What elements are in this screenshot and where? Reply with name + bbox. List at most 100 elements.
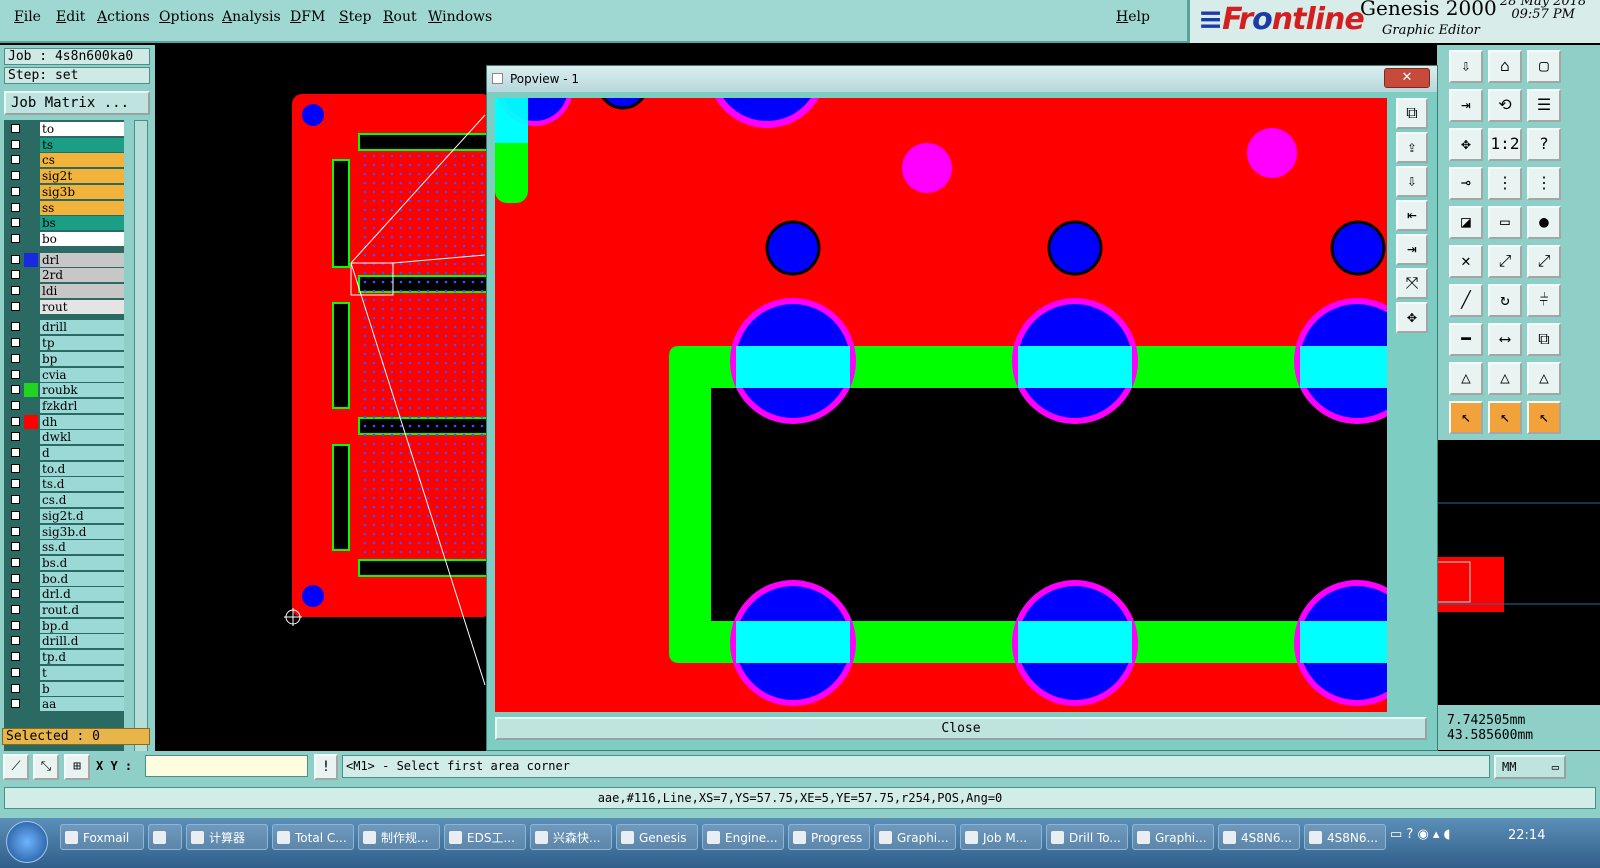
popview-tool-icon[interactable]: ⤧ — [1396, 268, 1428, 299]
layer-checkbox[interactable] — [11, 270, 20, 280]
layer-row[interactable]: b — [6, 681, 124, 696]
taskbar-item[interactable]: Foxmail — [60, 824, 144, 850]
layer-checkbox[interactable] — [11, 683, 20, 693]
tool-button-icon[interactable]: ⊸ — [1449, 167, 1483, 200]
taskbar-item[interactable]: Graphi... — [874, 824, 956, 850]
tool-button-icon[interactable]: ⇩ — [1449, 50, 1483, 83]
popview-tool-icon[interactable]: ⧉ — [1396, 98, 1428, 129]
menu-file[interactable]: File — [14, 9, 41, 25]
layer-checkbox[interactable] — [11, 652, 20, 662]
layer-row[interactable]: sig2t — [6, 169, 124, 184]
layer-row[interactable]: rout — [6, 299, 124, 314]
tool-button-icon[interactable]: ✕ — [1449, 245, 1483, 278]
layer-row[interactable]: bp — [6, 351, 124, 366]
layer-row[interactable]: cs.d — [6, 493, 124, 508]
tool-button-icon[interactable]: ⟷ — [1488, 323, 1522, 356]
layer-row[interactable]: t — [6, 665, 124, 680]
layer-checkbox[interactable] — [11, 542, 20, 552]
layer-row[interactable]: ts.d — [6, 477, 124, 492]
tool-button-icon[interactable]: △ — [1449, 362, 1483, 395]
layer-row[interactable]: aa — [6, 697, 124, 712]
taskbar-item[interactable]: Drill To... — [1046, 824, 1128, 850]
tool-button-icon[interactable]: ◪ — [1449, 206, 1483, 239]
layer-checkbox[interactable] — [11, 124, 20, 133]
tool-button-icon[interactable]: ↻ — [1488, 284, 1522, 317]
layer-row[interactable]: roubk — [6, 383, 124, 398]
tool-button-icon[interactable]: ⋮ — [1527, 167, 1561, 200]
layer-row[interactable]: ts — [6, 137, 124, 152]
layer-checkbox[interactable] — [11, 510, 20, 520]
taskbar-item[interactable]: Progress — [788, 824, 870, 850]
menu-options[interactable]: Options — [159, 9, 214, 25]
tool-button-icon[interactable]: ● — [1527, 206, 1561, 239]
popview-tool-icon[interactable]: ⇪ — [1396, 132, 1428, 163]
tool-button-icon[interactable]: ⫩ — [1527, 284, 1561, 317]
layer-row[interactable]: sig3b — [6, 184, 124, 199]
taskbar-item[interactable]: Graphi... — [1132, 824, 1214, 850]
layer-row[interactable]: drill — [6, 320, 124, 335]
layer-row[interactable]: bo.d — [6, 571, 124, 586]
layer-checkbox[interactable] — [11, 139, 20, 149]
layer-row[interactable]: ss.d — [6, 540, 124, 555]
start-button[interactable] — [6, 821, 48, 863]
layer-checkbox[interactable] — [11, 620, 20, 630]
layer-checkbox[interactable] — [11, 186, 20, 196]
taskbar-item[interactable]: 制作规... — [358, 824, 440, 850]
layer-row[interactable]: to — [6, 122, 124, 136]
layer-checkbox[interactable] — [11, 171, 20, 181]
layer-row[interactable]: bs — [6, 216, 124, 231]
layer-row[interactable]: bo — [6, 231, 124, 246]
layer-checkbox[interactable] — [11, 353, 20, 363]
layer-checkbox[interactable] — [11, 526, 20, 536]
taskbar-item[interactable]: 兴森快... — [530, 824, 612, 850]
taskbar-item[interactable]: Genesis — [616, 824, 698, 850]
layer-scrollbar[interactable] — [134, 120, 148, 765]
layer-checkbox[interactable] — [11, 557, 20, 567]
layer-row[interactable]: ldi — [6, 284, 124, 298]
tool-button-icon[interactable]: △ — [1488, 362, 1522, 395]
layer-row[interactable]: 2rd — [6, 268, 124, 283]
layer-row[interactable]: rout.d — [6, 603, 124, 617]
xy-input[interactable] — [145, 755, 308, 777]
layer-checkbox[interactable] — [11, 667, 20, 677]
layer-checkbox[interactable] — [11, 385, 20, 395]
menu-edit[interactable]: Edit — [56, 9, 85, 25]
layer-checkbox[interactable] — [11, 636, 20, 646]
menu-rout[interactable]: Rout — [383, 9, 417, 25]
layer-row[interactable]: drl — [6, 252, 124, 267]
tool-button-icon[interactable]: ⧉ — [1527, 323, 1561, 356]
layer-row[interactable]: bp.d — [6, 618, 124, 633]
layer-row[interactable]: cs — [6, 153, 124, 168]
popview-tool-icon[interactable]: ⇥ — [1396, 234, 1428, 265]
layer-checkbox[interactable] — [11, 416, 20, 426]
layer-row[interactable]: dh — [6, 414, 124, 429]
menu-actions[interactable]: Actions — [97, 9, 150, 25]
tray-icons[interactable]: ▭ ? ◉ ▴ ◖ — [1390, 827, 1450, 842]
tool-button-icon[interactable]: ╱ — [1449, 284, 1483, 317]
taskbar-item[interactable]: Job M... — [960, 824, 1042, 850]
layer-checkbox[interactable] — [11, 155, 20, 165]
layer-checkbox[interactable] — [11, 322, 20, 332]
layer-checkbox[interactable] — [11, 605, 20, 614]
layer-row[interactable]: bs.d — [6, 555, 124, 570]
tool-button-icon[interactable]: ↖ — [1527, 401, 1561, 434]
popview-tool-icon[interactable]: ⇩ — [1396, 166, 1428, 197]
secondary-canvas[interactable] — [1437, 440, 1600, 705]
layer-row[interactable]: tp — [6, 336, 124, 351]
layer-row[interactable]: cvia — [6, 367, 124, 382]
layer-checkbox[interactable] — [11, 286, 20, 295]
layer-row[interactable]: sig3b.d — [6, 524, 124, 539]
tool-button-icon[interactable]: ━ — [1449, 323, 1483, 356]
layer-row[interactable]: tp.d — [6, 650, 124, 665]
taskbar-item[interactable]: Engine... — [702, 824, 784, 850]
tool-button-icon[interactable]: ▭ — [1488, 206, 1522, 239]
popview-canvas[interactable] — [495, 98, 1387, 712]
layer-checkbox[interactable] — [11, 589, 20, 599]
tool-button-icon[interactable]: ⟲ — [1488, 89, 1522, 122]
popview-titlebar[interactable]: Popview - 1 ✕ — [487, 66, 1437, 92]
tool-button-icon[interactable]: ⤢ — [1527, 245, 1561, 278]
layer-checkbox[interactable] — [11, 400, 20, 410]
tool-button-icon[interactable]: ☰ — [1527, 89, 1561, 122]
layer-checkbox[interactable] — [11, 254, 20, 264]
menu-dfm[interactable]: DFM — [290, 9, 325, 25]
